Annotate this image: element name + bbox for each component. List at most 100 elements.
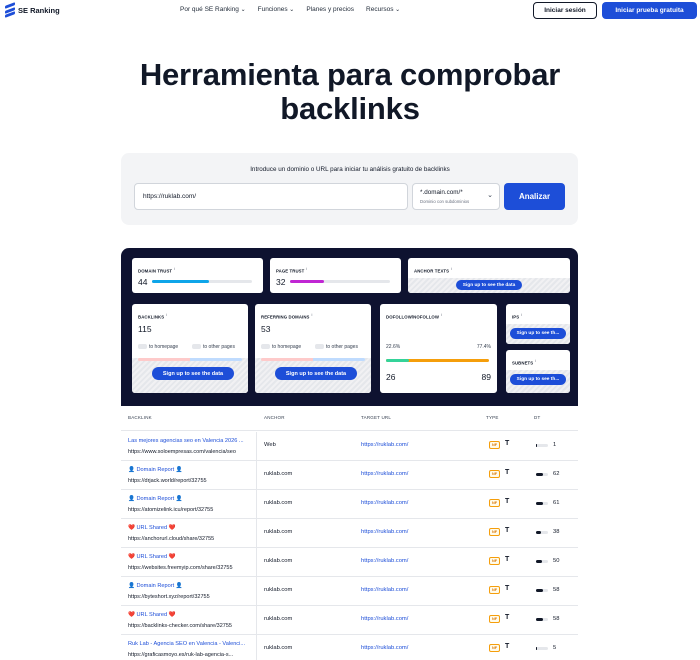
metrics-dashboard: DOMAIN TRUST i 44 PAGE TRUST i 32 ANCHOR T… xyxy=(121,248,578,406)
menu-item-por-que[interactable]: Por qué SE Ranking xyxy=(180,6,246,13)
brand-logo[interactable]: SE Ranking xyxy=(5,2,60,18)
backlink-title[interactable]: ❤️ URL Shared ❤️ xyxy=(128,525,176,531)
scope-value: *.domain.com/* xyxy=(420,189,463,196)
text-link-icon: T xyxy=(505,643,510,650)
target-url[interactable]: https://ruklab.com/ xyxy=(361,442,408,448)
dofollow-percent: 22.6% xyxy=(386,344,401,350)
info-icon[interactable]: i xyxy=(312,312,313,317)
ips-label: IPS xyxy=(512,314,520,320)
target-url[interactable]: https://ruklab.com/ xyxy=(361,558,408,564)
hidden-value xyxy=(261,344,270,350)
backlink-title[interactable]: Las mejores agencias seo en Valencia 202… xyxy=(128,438,244,444)
backlink-url[interactable]: https://backlinks-checker.com/share/3275… xyxy=(128,623,232,629)
link-type-badge: NF xyxy=(489,644,500,652)
menu-item-planes[interactable]: Planes y precios xyxy=(306,6,354,13)
backlinks-card: BACKLINKS i 115 to homepage to other page… xyxy=(132,304,248,393)
menu-item-recursos[interactable]: Recursos xyxy=(366,6,400,13)
backlink-title[interactable]: 👤 Domain Report 👤 xyxy=(128,583,183,589)
backlink-url[interactable]: https://atomizelink.icu/report/32755 xyxy=(128,507,213,513)
main-menu: Por qué SE Ranking Funciones Planes y pr… xyxy=(180,6,400,13)
info-icon[interactable]: i xyxy=(306,266,307,271)
target-url[interactable]: https://ruklab.com/ xyxy=(361,616,408,622)
analyze-button[interactable]: Analizar xyxy=(504,183,565,210)
text-link-icon: T xyxy=(505,527,510,534)
anchor-text: ruklab.com xyxy=(264,558,293,564)
link-type-badge: NF xyxy=(489,586,500,594)
table-row: Las mejores agencias seo en Valencia 202… xyxy=(121,432,578,461)
anchor-text: ruklab.com xyxy=(264,529,293,535)
signup-button-ips[interactable]: Sign up to see th... xyxy=(510,328,566,339)
signup-button-anchor-texts[interactable]: Sign up to see the data xyxy=(456,280,522,290)
anchor-texts-label: ANCHOR TEXTS xyxy=(414,268,450,274)
info-icon[interactable]: i xyxy=(441,312,442,317)
dofollow-label: DOFOLLOW/NOFOLLOW xyxy=(386,314,440,320)
dt-bar-fill xyxy=(536,444,537,447)
text-link-icon: T xyxy=(505,585,510,592)
backlink-url[interactable]: https://drjack.world/report/32755 xyxy=(128,478,207,484)
subnets-label: SUBNETS xyxy=(512,360,534,366)
anchor-text: Web xyxy=(264,442,276,448)
dt-bar xyxy=(536,473,548,476)
dt-value: 61 xyxy=(553,500,560,506)
dt-bar xyxy=(536,647,548,650)
menu-item-funciones[interactable]: Funciones xyxy=(258,6,295,13)
backlink-title[interactable]: Ruk Lab - Agencia SEO en Valencia - Vale… xyxy=(128,641,245,647)
backlink-title[interactable]: 👤 Domain Report 👤 xyxy=(128,467,183,473)
url-input[interactable]: https://ruklab.com/ xyxy=(134,183,408,210)
dofollow-nofollow-card: DOFOLLOW/NOFOLLOW i 22.6% 77.4% 26 89 xyxy=(380,304,497,393)
info-icon[interactable]: i xyxy=(166,312,167,317)
anchor-text: ruklab.com xyxy=(264,587,293,593)
dt-value: 50 xyxy=(553,558,560,564)
target-url[interactable]: https://ruklab.com/ xyxy=(361,645,408,651)
dt-bar-fill xyxy=(536,647,537,650)
info-icon[interactable]: i xyxy=(451,266,452,271)
nofollow-count: 89 xyxy=(481,372,491,382)
dt-bar xyxy=(536,560,548,563)
dt-value: 58 xyxy=(553,616,560,622)
info-icon[interactable]: i xyxy=(521,312,522,317)
column-divider xyxy=(256,606,257,635)
target-url[interactable]: https://ruklab.com/ xyxy=(361,500,408,506)
table-row: ❤️ URL Shared ❤️ https://anchorurl.cloud/… xyxy=(121,519,578,548)
info-icon[interactable]: i xyxy=(535,358,536,363)
form-instructions: Introduce un dominio o URL para iniciar … xyxy=(250,166,450,173)
dt-value: 5 xyxy=(553,645,557,651)
signup-button-subnets[interactable]: Sign up to see th... xyxy=(510,374,566,385)
domain-trust-label: DOMAIN TRUST xyxy=(138,268,173,274)
column-divider xyxy=(256,548,257,577)
page-title-line-1: Herramienta para comprobar xyxy=(139,57,561,92)
info-icon[interactable]: i xyxy=(174,266,175,271)
column-divider xyxy=(256,432,257,461)
backlink-title[interactable]: 👤 Domain Report 👤 xyxy=(128,496,183,502)
scope-select[interactable]: *.domain.com/* Dominio con subdominios ⌄ xyxy=(412,183,500,210)
signup-button-referring-domains[interactable]: Sign up to see the data xyxy=(275,367,357,380)
backlink-title[interactable]: ❤️ URL Shared ❤️ xyxy=(128,612,176,618)
referring-domains-card: REFERRING DOMAINS i 53 to homepage to oth… xyxy=(255,304,371,393)
start-trial-button[interactable]: Iniciar prueba gratuita xyxy=(602,2,697,19)
backlink-url[interactable]: https://www.soloempresas.com/valencia/se… xyxy=(128,449,236,455)
scope-hint: Dominio con subdominios xyxy=(420,199,470,204)
domain-trust-value: 44 xyxy=(138,277,148,287)
backlink-url[interactable]: https://websites.freemyip.com/share/3275… xyxy=(128,565,233,571)
table-row: 👤 Domain Report 👤 https://drjack.world/re… xyxy=(121,461,578,490)
target-url[interactable]: https://ruklab.com/ xyxy=(361,529,408,535)
login-button[interactable]: Iniciar sesión xyxy=(533,2,597,19)
ips-card: IPS i Sign up to see th... xyxy=(506,304,570,344)
text-link-icon: T xyxy=(505,440,510,447)
table-row: Ruk Lab - Agencia SEO en Valencia - Vale… xyxy=(121,635,578,660)
backlink-url[interactable]: https://byteshort.xyz/report/32755 xyxy=(128,594,210,600)
dt-bar-fill xyxy=(536,473,544,476)
domains-to-other-label: to other pages xyxy=(326,344,358,350)
anchor-text: ruklab.com xyxy=(264,471,293,477)
dofollow-nofollow-bar xyxy=(386,359,489,362)
backlink-url[interactable]: https://graficasmoyo.es/ruk-lab-agencia-… xyxy=(128,652,233,658)
target-url[interactable]: https://ruklab.com/ xyxy=(361,471,408,477)
signup-button-backlinks[interactable]: Sign up to see the data xyxy=(152,367,234,380)
page-title: Herramienta para comprobar backlinks xyxy=(0,58,700,126)
backlink-title[interactable]: ❤️ URL Shared ❤️ xyxy=(128,554,176,560)
page-trust-value: 32 xyxy=(276,277,286,287)
backlink-url[interactable]: https://anchorurl.cloud/share/32755 xyxy=(128,536,214,542)
column-divider xyxy=(256,577,257,606)
target-url[interactable]: https://ruklab.com/ xyxy=(361,587,408,593)
dt-bar xyxy=(536,589,548,592)
